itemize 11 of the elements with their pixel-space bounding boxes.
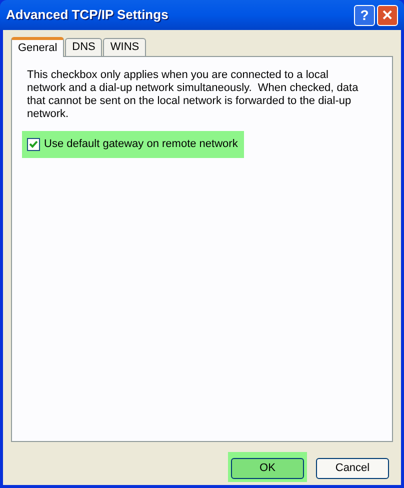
tab[interactable]: General xyxy=(11,37,64,57)
checkbox-label[interactable]: Use default gateway on remote network xyxy=(44,136,238,153)
description-text: This checkbox only applies when you are connected to a local network and a dial-up network simultaneously. When checked, data that cannot be sent on the local network is forwarded to the dial-up network. xyxy=(26,69,360,121)
close-button[interactable]: ✕ xyxy=(377,4,398,26)
help-button[interactable]: ? xyxy=(354,4,375,26)
tab[interactable]: DNS xyxy=(65,38,102,56)
tab[interactable]: WINS xyxy=(103,38,146,56)
window-title: Advanced TCP/IP Settings xyxy=(6,6,170,24)
checkbox[interactable] xyxy=(27,138,40,151)
cancel-button[interactable]: Cancel xyxy=(316,458,389,479)
ok-button[interactable]: OK xyxy=(231,458,304,479)
